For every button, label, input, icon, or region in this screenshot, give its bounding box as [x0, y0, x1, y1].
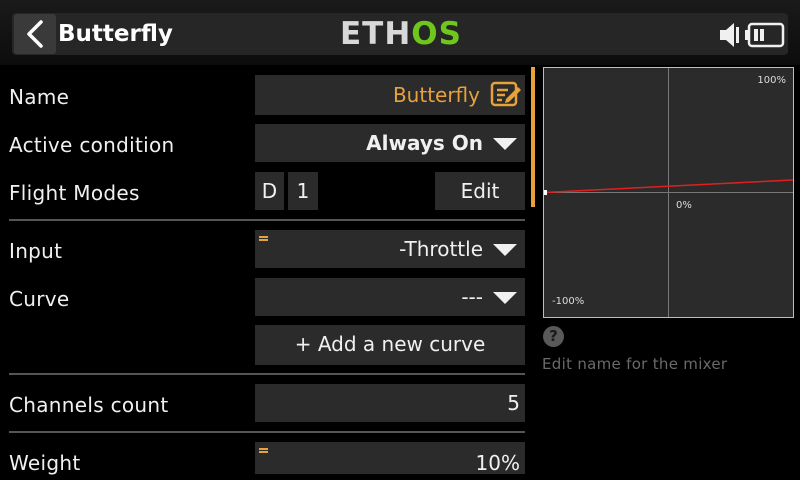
name-field[interactable]: Butterfly: [255, 75, 525, 115]
curve-value: ---: [461, 285, 483, 309]
curve-marker: [544, 190, 547, 195]
active-condition-value: Always On: [366, 131, 483, 155]
weight-field[interactable]: 10%: [255, 442, 525, 475]
input-label: Input: [9, 239, 63, 263]
help-text: Edit name for the mixer: [542, 355, 728, 373]
flight-mode-1[interactable]: 1: [288, 172, 318, 210]
input-dropdown[interactable]: -Throttle: [255, 230, 525, 268]
channels-count-field[interactable]: 5: [255, 384, 525, 422]
help-icon: ?: [543, 326, 564, 347]
active-condition-label: Active condition: [9, 133, 175, 157]
add-curve-button[interactable]: + Add a new curve: [255, 325, 525, 365]
section-divider: [9, 219, 525, 221]
mixer-curve-graph: 100% 0% -100%: [543, 67, 794, 318]
ethos-logo: ETHOS: [340, 16, 462, 52]
status-icons: [716, 20, 788, 50]
name-value: Butterfly: [392, 83, 480, 107]
section-divider: [9, 373, 525, 375]
chevron-left-icon: [27, 20, 43, 48]
input-value: -Throttle: [399, 237, 483, 261]
battery-icon[interactable]: [744, 22, 786, 48]
flight-modes-edit-button[interactable]: Edit: [435, 172, 525, 210]
top-bar: Butterfly ETHOS: [0, 0, 800, 65]
scrollbar-thumb[interactable]: [531, 67, 535, 207]
curve-dropdown[interactable]: ---: [255, 278, 525, 316]
flight-mode-d[interactable]: D: [255, 172, 284, 210]
logo-text-eth: ETH: [340, 16, 412, 52]
page-title: Butterfly: [58, 21, 173, 47]
source-options-icon: [259, 448, 268, 456]
curve-label: Curve: [9, 287, 70, 311]
graph-top-label: 100%: [757, 75, 786, 86]
dropdown-arrow-icon: [493, 244, 517, 256]
logo-text-os: OS: [411, 16, 462, 52]
weight-label: Weight: [9, 451, 81, 475]
active-condition-dropdown[interactable]: Always On: [255, 124, 525, 162]
flight-modes-label: Flight Modes: [9, 181, 140, 205]
graph-canvas: [544, 68, 793, 317]
weight-value: 10%: [475, 451, 520, 475]
graph-center-label: 0%: [676, 200, 692, 211]
dropdown-arrow-icon: [493, 292, 517, 304]
graph-bottom-label: -100%: [552, 296, 585, 307]
dropdown-arrow-icon: [493, 138, 517, 150]
source-options-icon: [259, 236, 268, 244]
section-divider: [9, 431, 525, 433]
name-label: Name: [9, 85, 70, 109]
speaker-icon: [720, 23, 739, 47]
edit-icon[interactable]: [490, 81, 522, 109]
back-button[interactable]: [14, 14, 56, 54]
channels-count-label: Channels count: [9, 393, 169, 417]
